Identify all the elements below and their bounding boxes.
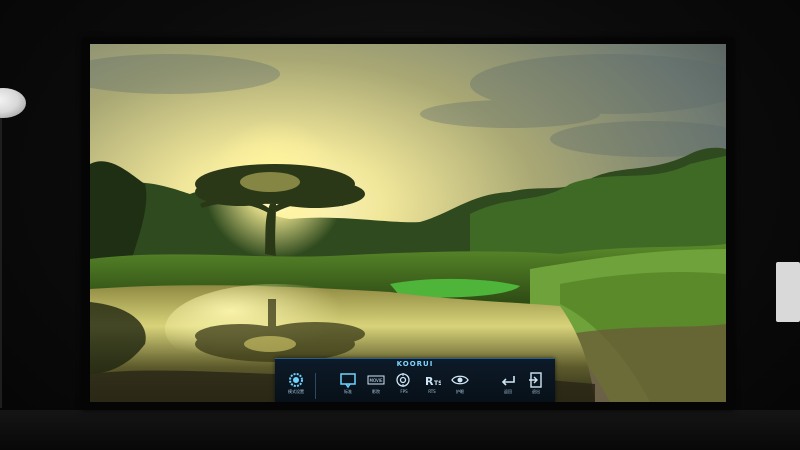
lamp-arm bbox=[0, 108, 2, 408]
osd-label-return: 返回 bbox=[504, 389, 512, 394]
desk-surface bbox=[0, 410, 800, 450]
return-icon bbox=[501, 376, 515, 386]
exit-icon bbox=[529, 372, 542, 388]
svg-text:MOVIE: MOVIE bbox=[370, 378, 383, 383]
osd-item-eye-care[interactable]: 护眼 bbox=[447, 371, 473, 401]
monitor-icon bbox=[340, 373, 356, 389]
osd-label-mode-settings: 模式设置 bbox=[288, 389, 304, 394]
osd-item-standard[interactable]: 标准 bbox=[335, 371, 361, 401]
osd-label-eye-care: 护眼 bbox=[456, 389, 464, 394]
monitor-screen: KOORUI 模式设置 标准 MOVIE 影院 FPS R TS RTS 护眼 … bbox=[90, 44, 726, 402]
svg-text:R: R bbox=[425, 375, 434, 388]
movie-icon: MOVIE bbox=[367, 375, 385, 385]
osd-brand-logo: KOORUI bbox=[396, 360, 434, 368]
desk-lamp bbox=[0, 88, 26, 118]
osd-item-exit[interactable]: 退出 bbox=[523, 371, 549, 401]
osd-item-rts[interactable]: R TS RTS bbox=[419, 371, 445, 401]
svg-text:TS: TS bbox=[434, 380, 441, 387]
wall-switch bbox=[776, 262, 800, 322]
osd-label-exit: 退出 bbox=[532, 389, 540, 394]
monitor: KOORUI 模式设置 标准 MOVIE 影院 FPS R TS RTS 护眼 … bbox=[82, 38, 734, 410]
osd-label-standard: 标准 bbox=[344, 389, 352, 394]
rts-icon: R TS bbox=[425, 375, 441, 388]
osd-label-movie: 影院 bbox=[372, 389, 380, 394]
osd-item-return[interactable]: 返回 bbox=[495, 371, 521, 401]
osd-item-fps[interactable]: FPS bbox=[391, 371, 417, 401]
osd-label-rts: RTS bbox=[428, 389, 436, 394]
osd-label-fps: FPS bbox=[400, 389, 408, 394]
gear-icon bbox=[289, 373, 303, 387]
osd-separator bbox=[315, 373, 316, 399]
osd-item-mode-settings[interactable]: 模式设置 bbox=[283, 371, 309, 401]
wallpaper-landscape bbox=[90, 44, 726, 402]
fps-icon bbox=[396, 373, 410, 387]
eye-icon bbox=[451, 375, 469, 385]
osd-menu: KOORUI 模式设置 标准 MOVIE 影院 FPS R TS RTS 护眼 … bbox=[275, 358, 555, 402]
room-background: KOORUI 模式设置 标准 MOVIE 影院 FPS R TS RTS 护眼 … bbox=[0, 0, 800, 450]
osd-item-movie[interactable]: MOVIE 影院 bbox=[363, 371, 389, 401]
